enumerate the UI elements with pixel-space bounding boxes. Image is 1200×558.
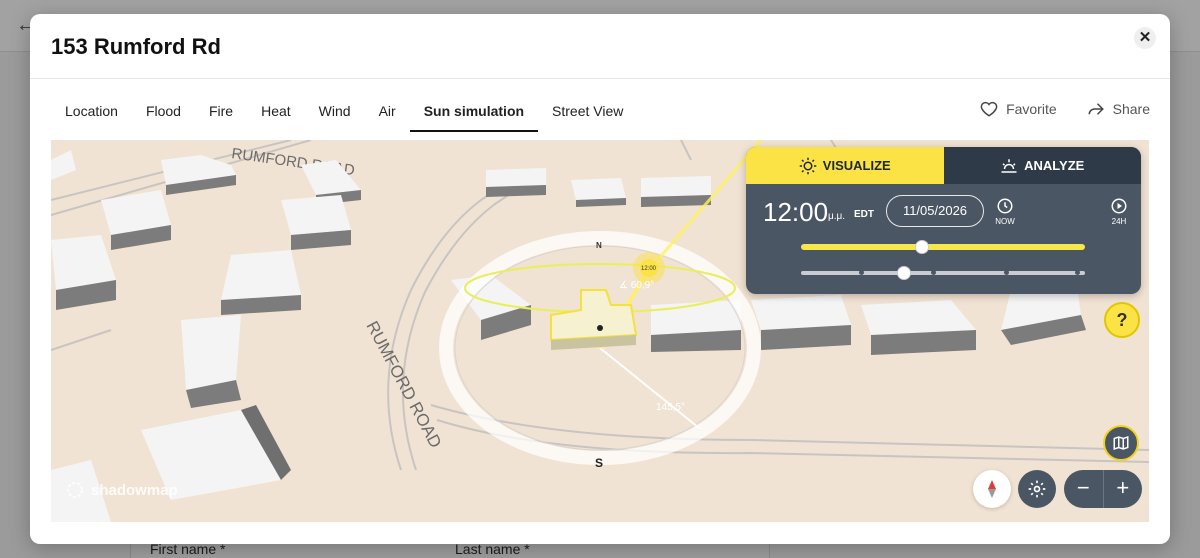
sun-control-panel: VISUALIZE ANALYZE 12:00 μ.μ. EDT 11/05/2… (746, 147, 1141, 294)
modal-header: 153 Rumford Rd ✕ (30, 14, 1170, 79)
brand-label: shadowmap (91, 481, 178, 499)
close-button[interactable]: ✕ (1134, 27, 1156, 49)
road-label-left: RUMFORD ROAD (362, 318, 445, 451)
time-display: 12:00 (763, 197, 829, 227)
share-arrow-icon (1088, 103, 1104, 115)
time-slider-thumb[interactable] (915, 240, 929, 254)
sun-simulation-map[interactable]: RUMFORD ROAD RUMFORD ROAD N S 12:00 ∡ 60… (51, 140, 1149, 522)
gear-icon (1028, 480, 1046, 498)
heart-icon (980, 101, 998, 117)
tab-air[interactable]: Air (365, 92, 410, 132)
date-slider-thumb[interactable] (897, 266, 911, 280)
tab-heat[interactable]: Heat (247, 92, 305, 132)
analyze-label: ANALYZE (1024, 158, 1085, 173)
date-slider-tick (1004, 270, 1009, 275)
now-label: NOW (995, 217, 1015, 226)
tab-sun-simulation[interactable]: Sun simulation (409, 92, 539, 132)
visualize-tab[interactable]: VISUALIZE (746, 147, 944, 184)
play-icon (1111, 198, 1127, 214)
sun-icon (799, 157, 817, 174)
shadowmap-logo-icon (67, 482, 83, 498)
visualize-label: VISUALIZE (822, 158, 891, 173)
azimuth-label: 145,5° (656, 402, 685, 413)
compass-needle-icon (988, 480, 996, 498)
favorite-label: Favorite (1006, 101, 1057, 117)
date-slider[interactable] (801, 266, 1085, 280)
tab-wind[interactable]: Wind (305, 92, 365, 132)
analyze-tab[interactable]: ANALYZE (943, 147, 1141, 184)
modal-title: 153 Rumford Rd (51, 34, 221, 59)
zoom-out-button[interactable]: − (1064, 470, 1103, 508)
tab-fire[interactable]: Fire (195, 92, 247, 132)
play-24h-button[interactable]: 24H (1106, 197, 1132, 226)
sunset-analyze-icon (1001, 158, 1017, 173)
date-slider-tick (1075, 270, 1080, 275)
property-modal: 153 Rumford Rd ✕ Location Flood Fire Hea… (30, 14, 1170, 544)
zoom-control: − + (1064, 470, 1142, 508)
tab-street-view[interactable]: Street View (538, 92, 637, 132)
settings-button[interactable] (1018, 470, 1056, 508)
map-icon (1113, 435, 1129, 451)
shadowmap-logo: shadowmap (65, 480, 178, 500)
tab-location[interactable]: Location (51, 92, 132, 132)
compass-button[interactable] (973, 470, 1011, 508)
clock-icon (997, 198, 1013, 214)
sun-time-label: 12:00 (641, 266, 657, 272)
date-slider-tick (859, 270, 864, 275)
share-button[interactable]: Share (1087, 100, 1150, 118)
date-picker-button[interactable]: 11/05/2026 (886, 195, 984, 227)
help-button[interactable]: ? (1104, 302, 1140, 338)
modal-actions: Favorite Share (980, 100, 1150, 118)
favorite-button[interactable]: Favorite (980, 100, 1057, 118)
share-label: Share (1112, 101, 1150, 117)
timezone-label: EDT (854, 209, 874, 220)
time-ampm: μ.μ. (828, 211, 846, 222)
map-layers-button[interactable] (1103, 425, 1139, 461)
panel-tabs: VISUALIZE ANALYZE (746, 147, 1141, 184)
time-slider[interactable] (801, 240, 1085, 254)
date-slider-tick (931, 270, 936, 275)
tab-flood[interactable]: Flood (132, 92, 195, 132)
zoom-in-button[interactable]: + (1104, 470, 1143, 508)
now-button[interactable]: NOW (992, 197, 1018, 226)
compass-north-label: N (596, 241, 602, 250)
tab-bar: Location Flood Fire Heat Wind Air Sun si… (51, 92, 637, 132)
selected-building[interactable] (550, 289, 638, 350)
sun-elevation-label: ∡ 60,9° (619, 280, 654, 291)
play-label: 24H (1111, 217, 1127, 226)
compass-south-label: S (595, 456, 603, 470)
